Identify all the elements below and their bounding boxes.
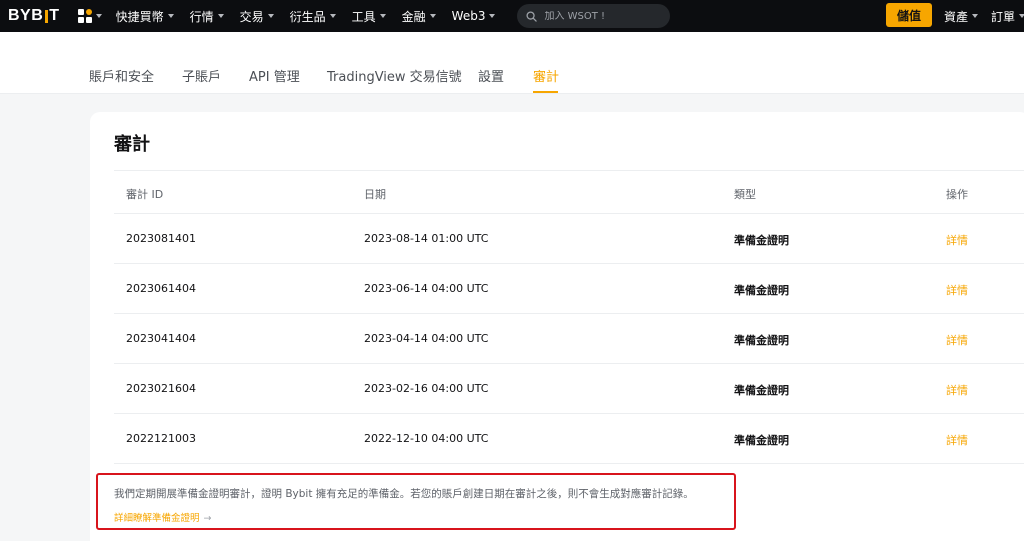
chevron-down-icon xyxy=(329,14,336,18)
apps-menu-button[interactable] xyxy=(77,9,102,23)
chevron-down-icon xyxy=(167,14,174,18)
main-nav: 快捷買幣 行情 交易 衍生品 工具 金融 Web3 xyxy=(116,8,512,25)
audit-type: 準備金證明 xyxy=(734,234,789,247)
table-header: 審計 ID 日期 類型 操作 xyxy=(114,170,1024,214)
audit-id: 2023041404 xyxy=(126,332,196,345)
tab-audit[interactable]: 審計 xyxy=(533,66,559,85)
nav-item-web3[interactable]: Web3 xyxy=(452,8,496,25)
logo-text-right: T xyxy=(49,7,60,24)
tab-settings[interactable]: 設置 xyxy=(478,66,504,85)
nav-item-markets[interactable]: 行情 xyxy=(190,8,224,25)
column-header-type: 類型 xyxy=(734,188,756,201)
page-title: 審計 xyxy=(114,134,150,155)
table-row: 2023061404 2023-06-14 04:00 UTC 準備金證明 詳情 xyxy=(114,264,1024,314)
details-link[interactable]: 詳情 xyxy=(946,282,968,298)
table-row: 2023021604 2023-02-16 04:00 UTC 準備金證明 詳情 xyxy=(114,364,1024,414)
chevron-down-icon xyxy=(379,14,386,18)
bybit-logo[interactable]: BYB T xyxy=(8,7,60,25)
audit-date: 2023-02-16 04:00 UTC xyxy=(364,382,489,395)
chevron-down-icon xyxy=(95,14,102,18)
audit-id: 2023061404 xyxy=(126,282,196,295)
nav-item-trade[interactable]: 交易 xyxy=(240,8,274,25)
table-row: 2023041404 2023-04-14 04:00 UTC 準備金證明 詳情 xyxy=(114,314,1024,364)
column-header-date: 日期 xyxy=(364,188,386,201)
audit-date: 2022-12-10 04:00 UTC xyxy=(364,432,489,445)
table-row: 2022121003 2022-12-10 04:00 UTC 準備金證明 詳情 xyxy=(114,414,1024,464)
chevron-down-icon xyxy=(217,14,224,18)
active-tab-indicator xyxy=(533,91,558,93)
nav-item-finance[interactable]: 金融 xyxy=(402,8,436,25)
audit-type: 準備金證明 xyxy=(734,334,789,347)
deposit-button[interactable]: 儲值 xyxy=(886,3,932,27)
proof-of-reserves-notice: 我們定期開展準備金證明審計，證明 Bybit 擁有充足的準備金。若您的賬戶創建日… xyxy=(96,473,736,530)
audit-type: 準備金證明 xyxy=(734,384,789,397)
audit-date: 2023-04-14 04:00 UTC xyxy=(364,332,489,345)
logo-text-left: BYB xyxy=(8,7,44,24)
account-tabs: 賬戶和安全 子賬戶 API 管理 TradingView 交易信號 設置 審計 xyxy=(0,32,1024,94)
top-navigation-bar: BYB T 快捷買幣 行情 交易 衍生品 工具 金融 Web3 儲值 資產 訂單 xyxy=(0,0,1024,32)
chevron-down-icon xyxy=(972,14,979,18)
notice-text: 我們定期開展準備金證明審計，證明 Bybit 擁有充足的準備金。若您的賬戶創建日… xyxy=(114,488,694,500)
audit-date: 2023-06-14 04:00 UTC xyxy=(364,282,489,295)
audit-id: 2023081401 xyxy=(126,232,196,245)
audit-id: 2023021604 xyxy=(126,382,196,395)
orders-menu[interactable]: 訂單 xyxy=(991,0,1024,32)
assets-menu[interactable]: 資產 xyxy=(944,0,979,32)
nav-item-tools[interactable]: 工具 xyxy=(352,8,386,25)
logo-bar-mark xyxy=(45,9,49,23)
arrow-right-icon: → xyxy=(203,513,212,524)
audit-date: 2023-08-14 01:00 UTC xyxy=(364,232,489,245)
tab-api-management[interactable]: API 管理 xyxy=(249,66,300,85)
nav-item-quick-buy[interactable]: 快捷買幣 xyxy=(116,8,174,25)
details-link[interactable]: 詳情 xyxy=(946,432,968,448)
tab-account-security[interactable]: 賬戶和安全 xyxy=(89,66,154,85)
audit-type: 準備金證明 xyxy=(734,284,789,297)
tab-sub-accounts[interactable]: 子賬戶 xyxy=(182,66,221,85)
search-icon xyxy=(526,10,538,22)
chevron-down-icon xyxy=(1019,14,1024,18)
chevron-down-icon xyxy=(429,14,436,18)
details-link[interactable]: 詳情 xyxy=(946,232,968,248)
search-box[interactable] xyxy=(517,4,671,28)
table-row: 2023081401 2023-08-14 01:00 UTC 準備金證明 詳情 xyxy=(114,214,1024,264)
search-input[interactable] xyxy=(544,10,655,22)
chevron-down-icon xyxy=(267,14,274,18)
details-link[interactable]: 詳情 xyxy=(946,332,968,348)
column-header-audit-id: 審計 ID xyxy=(126,188,164,201)
audit-type: 準備金證明 xyxy=(734,434,789,447)
learn-more-link[interactable]: 詳細瞭解準備金證明 → xyxy=(114,510,211,524)
details-link[interactable]: 詳情 xyxy=(946,382,968,398)
audit-id: 2022121003 xyxy=(126,432,196,445)
column-header-action: 操作 xyxy=(946,188,968,201)
chevron-down-icon xyxy=(489,14,496,18)
nav-item-derivatives[interactable]: 衍生品 xyxy=(290,8,336,25)
tab-tradingview-signals[interactable]: TradingView 交易信號 xyxy=(327,66,462,85)
apps-grid-icon xyxy=(77,9,92,23)
